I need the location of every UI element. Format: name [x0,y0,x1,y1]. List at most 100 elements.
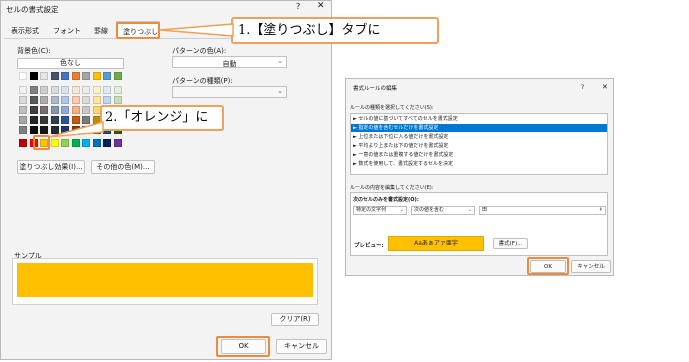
theme-shade-row0-swatch-4[interactable] [61,86,69,94]
fill-effects-button[interactable]: 塗りつぶし効果(I)... [17,160,85,174]
theme-color-swatch-5[interactable] [71,72,80,80]
theme-color-swatch-7[interactable] [92,72,101,80]
tab-number[interactable]: 表示形式 [11,26,39,36]
theme-shade-row0-swatch-5[interactable] [71,86,80,94]
rule-type-item[interactable]: ► 上位または下位に入る値だけを書式設定 [351,133,607,141]
rule-type-item-selected[interactable]: ► 指定の値を含むセルだけを書式設定 [351,124,607,132]
condition1-value: 特定の文字列 [356,207,387,213]
rule-type-item[interactable]: ► 平均より上または下の値だけを書式設定 [351,142,607,150]
pattern-color-value: 自動 [222,60,237,68]
theme-shade-row1-swatch-3[interactable] [50,96,59,104]
chevron-down-icon: ⌄ [467,207,472,213]
theme-color-swatch-2[interactable] [40,72,48,80]
theme-shade-row0-swatch-2[interactable] [40,86,48,94]
theme-shade-row2-swatch-4[interactable] [61,106,69,114]
help-button[interactable]: ? [296,2,300,11]
theme-shade-row1-swatch-6[interactable] [82,96,90,104]
theme-shade-row4-swatch-1[interactable] [29,126,38,134]
theme-shade-row0-swatch-8[interactable] [103,86,111,94]
format-button[interactable]: 書式(F)... [493,238,528,249]
cancel-button[interactable]: キャンセル [276,339,327,354]
more-colors-button[interactable]: その他の色(M)... [91,160,155,174]
pattern-color-label: パターンの色(A): [172,47,227,55]
standard-color-swatch-0[interactable] [19,139,27,147]
theme-shade-row0-swatch-7[interactable] [92,86,101,94]
theme-shade-row0-swatch-9[interactable] [113,86,122,94]
chevron-down-icon: ⌄ [399,207,404,213]
rule-type-item[interactable]: ► セルの値に基づいてすべてのセルを書式設定 [351,115,607,123]
edit-rule-ok-highlight [527,257,569,275]
edit-description-label: ルールの内容を編集してください(E): [350,185,434,191]
standard-color-swatch-6[interactable] [82,139,90,147]
callout-step2-pointer [48,121,104,138]
theme-shade-row2-swatch-2[interactable] [40,106,48,114]
rule-type-item[interactable]: ► 数式を使用して、書式設定するセルを決定 [351,160,607,168]
condition2-select[interactable]: 次の値を含む ⌄ [411,206,475,215]
edit-rule-title: 書式ルールの編集 [353,86,398,92]
no-color-button[interactable]: 色なし [17,58,124,69]
theme-color-swatch-1[interactable] [29,72,38,80]
theme-shade-row1-swatch-1[interactable] [29,96,38,104]
standard-color-swatch-5[interactable] [71,139,80,147]
range-select-icon[interactable]: ⇞ [599,207,603,214]
close-icon[interactable]: ✕ [317,1,325,11]
ok-button-highlight [216,336,270,357]
theme-shade-row2-swatch-5[interactable] [71,106,80,114]
fill-tab-highlight [116,22,160,39]
theme-shade-row2-swatch-3[interactable] [50,106,59,114]
format-cells-title: セルの書式設定 [6,5,59,14]
theme-shade-row1-swatch-7[interactable] [92,96,101,104]
edit-rule-help-button[interactable]: ? [581,84,584,91]
tab-font[interactable]: フォント [53,26,81,36]
condition1-select[interactable]: 特定の文字列 ⌄ [353,206,407,215]
theme-shade-row2-swatch-0[interactable] [19,106,27,114]
callout-step1: 1.【塗りつぶし】タブに [231,17,439,44]
theme-shade-row0-swatch-0[interactable] [19,86,27,94]
theme-color-swatch-4[interactable] [61,72,69,80]
theme-shade-row3-swatch-2[interactable] [40,116,48,124]
callout-step1-pointer [160,23,234,37]
standard-color-swatch-9[interactable] [113,139,122,147]
theme-color-swatch-8[interactable] [103,72,111,80]
pattern-type-select[interactable]: ⌄ [172,86,287,98]
select-rule-type-label: ルールの種類を選択してください(S): [350,105,434,111]
theme-shade-row1-swatch-2[interactable] [40,96,48,104]
pattern-type-label: パターンの種類(P): [172,77,233,85]
theme-color-swatch-3[interactable] [50,72,59,80]
theme-shade-row0-swatch-6[interactable] [82,86,90,94]
theme-shade-row4-swatch-0[interactable] [19,126,27,134]
theme-shade-row4-swatch-2[interactable] [40,126,48,134]
chevron-down-icon: ⌄ [277,87,283,95]
pattern-color-select[interactable]: 自動 ⌄ [172,56,287,68]
preview-label: プレビュー: [354,243,384,249]
edit-rule-cancel-button[interactable]: キャンセル [571,260,611,273]
standard-color-swatch-3[interactable] [50,139,59,147]
theme-shade-row1-swatch-5[interactable] [71,96,80,104]
tab-border[interactable]: 罫線 [94,26,108,36]
theme-shade-row0-swatch-3[interactable] [50,86,59,94]
theme-shade-row3-swatch-0[interactable] [19,116,27,124]
condition2-value: 次の値を含む [414,207,445,213]
theme-shade-row2-swatch-1[interactable] [29,106,38,114]
condition-value-input[interactable]: 田 ⇞ [479,206,606,215]
standard-color-swatch-7[interactable] [92,139,101,147]
format-only-label: 次のセルのみを書式設定(O): [353,197,419,203]
close-icon[interactable]: ✕ [602,83,608,91]
callout-step2: 2.「オレンジ」に [100,105,224,131]
theme-shade-row3-swatch-1[interactable] [29,116,38,124]
theme-shade-row2-swatch-6[interactable] [82,106,90,114]
theme-shade-row1-swatch-8[interactable] [103,96,111,104]
theme-shade-row1-swatch-9[interactable] [113,96,122,104]
standard-color-swatch-8[interactable] [103,139,111,147]
chevron-down-icon: ⌄ [277,57,283,65]
clear-button[interactable]: クリア(R) [271,313,319,326]
rule-type-item[interactable]: ► 一意の値または重複する値だけを書式設定 [351,151,607,159]
theme-color-swatch-0[interactable] [19,72,27,80]
theme-shade-row1-swatch-0[interactable] [19,96,27,104]
theme-color-swatch-9[interactable] [113,72,122,80]
standard-color-swatch-4[interactable] [61,139,69,147]
theme-shade-row0-swatch-1[interactable] [29,86,38,94]
background-color-label: 背景色(C): [17,47,51,55]
theme-shade-row1-swatch-4[interactable] [61,96,69,104]
theme-color-swatch-6[interactable] [82,72,90,80]
